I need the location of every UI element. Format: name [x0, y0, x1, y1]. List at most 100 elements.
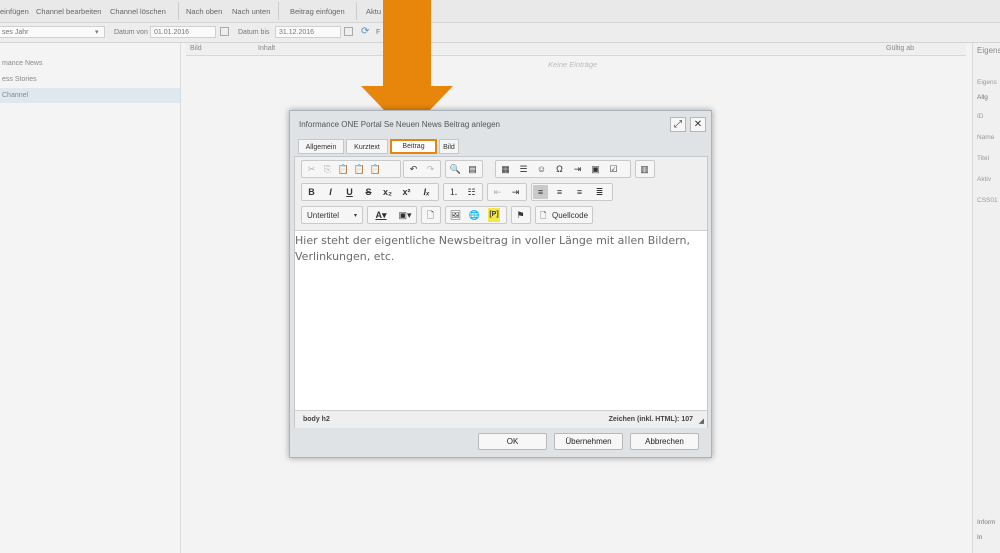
undo-icon[interactable]: ↶ [406, 162, 421, 176]
placeholder-icon[interactable]: [P] [488, 208, 500, 222]
text-color-icon[interactable]: A▾ [370, 208, 392, 222]
source-button-label: Quellcode [552, 211, 589, 220]
doc-group: 🗋 [421, 206, 441, 224]
chevron-down-icon: ▾ [354, 213, 358, 219]
column-header-bild[interactable]: Bild [190, 45, 202, 52]
panel-bottom-title: Inform [977, 519, 996, 526]
underline-icon[interactable]: U [342, 185, 357, 199]
field-label: Name [977, 134, 995, 141]
outdent-icon[interactable]: ⇤ [490, 185, 505, 199]
style-select[interactable]: Untertitel ▾ [301, 206, 363, 224]
main-toolbar: einfügen Channel bearbeiten Channel lösc… [0, 0, 1000, 23]
maximize-button[interactable]: ⤢ [670, 117, 686, 132]
cut-icon[interactable]: ✂ [304, 162, 319, 176]
new-post-dialog: Informance ONE Portal Se Neuen News Beit… [289, 110, 712, 458]
panel-bottom-item[interactable]: In [977, 534, 982, 541]
apply-button[interactable]: Übernehmen [554, 433, 623, 450]
date-from-input[interactable]: 01.01.2016 [150, 26, 216, 38]
preview-icon[interactable]: ▥ [637, 162, 652, 176]
delete-channel-button[interactable]: Channel löschen [110, 7, 166, 16]
link-icon[interactable]: 🌐 [467, 208, 482, 222]
toolbar-divider [356, 2, 357, 20]
smiley-icon[interactable]: ☺ [534, 162, 549, 176]
column-header-gueltig[interactable]: Gültig ab [886, 45, 914, 52]
paste-text-icon[interactable]: 📋 [352, 162, 367, 176]
checkbox-icon[interactable]: ☑ [606, 162, 621, 176]
close-button[interactable]: ✕ [690, 117, 706, 132]
channel-list: mance News ess Stories Channel [0, 43, 181, 553]
remove-format-icon[interactable]: Iₓ [419, 185, 434, 199]
tab-beitrag[interactable]: Beitrag [390, 139, 437, 154]
page-break-icon[interactable]: ⇥ [570, 162, 585, 176]
filter-extra-label: F [376, 29, 381, 36]
tab-allgemein[interactable]: Allgemein [298, 139, 344, 154]
bullet-list-icon[interactable]: ☷ [464, 185, 479, 199]
field-label: ID [977, 113, 984, 120]
refresh-button[interactable]: Aktu [366, 7, 381, 16]
refresh-icon[interactable]: ⟳ [361, 26, 369, 37]
align-left-icon[interactable]: ≡ [533, 185, 548, 199]
clipboard-group: ✂ ⎘ 📋 📋 📋 [301, 160, 401, 178]
field-label: Titel [977, 155, 990, 162]
edit-channel-button[interactable]: Channel bearbeiten [36, 7, 101, 16]
search-icon[interactable]: 🔍 [448, 162, 463, 176]
cancel-button[interactable]: Abbrechen [630, 433, 699, 450]
move-up-button[interactable]: Nach oben [186, 7, 222, 16]
source-button[interactable]: 🗋 Quellcode [535, 206, 593, 224]
calendar-icon[interactable] [344, 27, 353, 36]
redo-icon[interactable]: ↷ [423, 162, 438, 176]
bold-icon[interactable]: B [304, 185, 319, 199]
panel-subtitle: Eigens [977, 79, 997, 86]
spellcheck-icon[interactable]: ▤ [465, 162, 480, 176]
date-to-label: Datum bis [238, 29, 270, 36]
resize-handle-icon[interactable]: ◢ [699, 417, 704, 425]
template-icon[interactable]: ▣ [588, 162, 603, 176]
chevron-down-icon[interactable]: ▾ [95, 28, 99, 36]
move-down-button[interactable]: Nach unten [232, 7, 270, 16]
paste-word-icon[interactable]: 📋 [368, 162, 383, 176]
strikethrough-icon[interactable]: S [361, 185, 376, 199]
special-char-icon[interactable]: Ω [552, 162, 567, 176]
field-label: CSS01 [977, 197, 998, 204]
editor-toolbar: ✂ ⎘ 📋 📋 📋 ↶ ↷ 🔍 ▤ ▦ ☰ ☺ Ω ⇥ ▣ ☑ ▥ B I U … [295, 157, 707, 231]
flag-icon[interactable]: ⚑ [513, 208, 528, 222]
date-to-input[interactable]: 31.12.2016 [275, 26, 341, 38]
date-from-label: Datum von [114, 29, 148, 36]
table-icon[interactable]: ▦ [498, 162, 513, 176]
list-group: ⒈ ☷ [443, 183, 483, 201]
subscript-icon[interactable]: x₂ [380, 185, 395, 199]
list-item[interactable]: mance News [0, 56, 180, 71]
image-icon[interactable]: 🖼 [448, 208, 463, 222]
insert-post-button[interactable]: Beitrag einfügen [290, 7, 345, 16]
paste-icon[interactable]: 📋 [336, 162, 351, 176]
ok-button[interactable]: OK [478, 433, 547, 450]
superscript-icon[interactable]: x² [399, 185, 414, 199]
document-icon[interactable]: 🗋 [423, 208, 438, 222]
list-item[interactable]: ess Stories [0, 72, 180, 87]
tab-kurztext[interactable]: Kurztext [346, 139, 388, 154]
insert-group: ▦ ☰ ☺ Ω ⇥ ▣ ☑ [495, 160, 631, 178]
numbered-list-icon[interactable]: ⒈ [446, 185, 461, 199]
insert-channel-button[interactable]: einfügen [0, 7, 29, 16]
align-right-icon[interactable]: ≡ [572, 185, 587, 199]
align-justify-icon[interactable]: ≣ [592, 185, 607, 199]
column-header-inhalt[interactable]: Inhalt [258, 45, 275, 52]
align-center-icon[interactable]: ≡ [552, 185, 567, 199]
style-select-value: Untertitel [307, 211, 340, 220]
indent-icon[interactable]: ⇥ [508, 185, 523, 199]
copy-icon[interactable]: ⎘ [320, 162, 335, 176]
background-color-icon[interactable]: ▣▾ [394, 208, 416, 222]
element-path[interactable]: body h2 [303, 416, 330, 423]
empty-grid-message: Keine Einträge [548, 60, 598, 69]
horizontal-line-icon[interactable]: ☰ [516, 162, 531, 176]
tab-bild[interactable]: Bild [439, 139, 459, 154]
list-item[interactable]: Channel [0, 88, 180, 103]
character-count: Zeichen (inkl. HTML): 107 [608, 416, 693, 423]
anchor-group: ⚑ [511, 206, 531, 224]
category-dropdown[interactable]: Allg [977, 94, 988, 101]
calendar-icon[interactable] [220, 27, 229, 36]
properties-panel: Eigens Eigens Allg ID Name Titel Aktiv C… [972, 43, 1000, 553]
italic-icon[interactable]: I [323, 185, 338, 199]
year-select[interactable]: ses Jahr [0, 26, 105, 38]
editor-content[interactable]: Hier steht der eigentliche Newsbeitrag i… [295, 233, 695, 265]
